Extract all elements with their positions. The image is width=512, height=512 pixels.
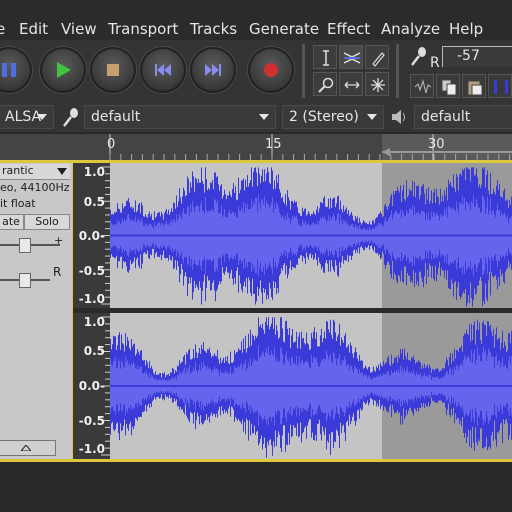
recording-device-select[interactable]: default bbox=[84, 105, 276, 129]
meter-channel-label: R bbox=[430, 55, 440, 71]
ruler-tick-label: 0 bbox=[107, 137, 116, 152]
skip-to-end-icon bbox=[205, 64, 221, 76]
vruler-label: -1.0 bbox=[78, 442, 105, 456]
menu-edit[interactable]: Edit bbox=[19, 20, 48, 38]
vruler-label: -1.0 bbox=[78, 292, 105, 306]
menu-tracks[interactable]: Tracks bbox=[190, 20, 237, 38]
track-name-menu[interactable]: rantic bbox=[0, 164, 70, 180]
menu-analyze[interactable]: Analyze bbox=[381, 20, 440, 38]
menu-bar: e Edit View Transport Tracks Generate Ef… bbox=[0, 0, 512, 40]
trim-icon bbox=[494, 80, 508, 94]
zoom-tool-button[interactable] bbox=[313, 72, 337, 96]
stop-icon bbox=[107, 64, 119, 76]
meter-level-text: -57 bbox=[457, 48, 480, 64]
pause-icon bbox=[2, 63, 16, 77]
vruler-label: 1.0 bbox=[83, 165, 105, 179]
track-info-rate: eo, 44100Hz bbox=[0, 181, 70, 194]
skip-to-end-button[interactable] bbox=[190, 47, 236, 93]
magnifier-icon bbox=[318, 77, 334, 93]
recording-channels-select[interactable]: 2 (Stereo) R bbox=[282, 105, 384, 129]
recording-device-value: default bbox=[91, 109, 141, 125]
speaker-icon bbox=[390, 108, 410, 130]
paste-icon bbox=[467, 80, 483, 96]
copy-icon bbox=[441, 79, 457, 96]
vruler-label: 0.0- bbox=[78, 229, 105, 243]
envelope-tool-button[interactable] bbox=[339, 45, 363, 69]
menu-help[interactable]: Help bbox=[449, 20, 483, 38]
collapse-track-button[interactable] bbox=[0, 440, 56, 456]
play-icon bbox=[57, 62, 71, 78]
menu-generate[interactable]: Generate bbox=[249, 20, 319, 38]
selection-tool-button[interactable] bbox=[313, 45, 337, 69]
menu-file-partial[interactable]: e bbox=[0, 20, 5, 38]
waveform-icon bbox=[414, 78, 432, 94]
vruler-label: -0.5 bbox=[78, 264, 105, 278]
multi-tool-button[interactable] bbox=[365, 72, 389, 96]
pan-right-label: R bbox=[53, 265, 62, 279]
menu-view[interactable]: View bbox=[61, 20, 97, 38]
vruler-label: 0.5 bbox=[83, 344, 105, 358]
playback-device-value: default bbox=[421, 109, 471, 125]
double-arrow-icon bbox=[344, 81, 360, 89]
menu-transport[interactable]: Transport bbox=[108, 20, 178, 38]
chevron-down-icon bbox=[37, 114, 47, 120]
empty-track-area[interactable] bbox=[0, 462, 512, 512]
envelope-icon bbox=[343, 52, 361, 64]
chevron-down-icon bbox=[367, 114, 377, 120]
microphone-icon bbox=[411, 47, 426, 66]
record-icon bbox=[264, 63, 278, 77]
track-info-format: it float bbox=[0, 197, 36, 210]
toolbar-separator bbox=[396, 44, 399, 98]
play-button[interactable] bbox=[40, 47, 86, 93]
recording-channels-value: 2 (Stereo) R bbox=[289, 109, 374, 125]
gain-slider-thumb[interactable] bbox=[19, 238, 31, 253]
vruler-label: 1.0 bbox=[83, 315, 105, 329]
microphone-icon bbox=[60, 106, 82, 132]
waveform-left-channel[interactable] bbox=[110, 163, 512, 308]
solo-button[interactable]: Solo bbox=[24, 214, 70, 230]
ruler-tick-label: 15 bbox=[265, 137, 282, 152]
pencil-icon bbox=[372, 52, 385, 67]
playback-device-select[interactable]: default bbox=[414, 105, 512, 129]
stop-button[interactable] bbox=[90, 47, 136, 93]
mute-button[interactable]: ate bbox=[0, 214, 24, 230]
menu-effect[interactable]: Effect bbox=[327, 20, 370, 38]
skip-to-start-button[interactable] bbox=[140, 47, 186, 93]
chevron-up-icon bbox=[21, 445, 31, 451]
asterisk-icon bbox=[371, 78, 385, 92]
paste-button[interactable] bbox=[462, 74, 486, 98]
ruler-tick-label: 30 bbox=[428, 137, 445, 152]
vruler-label: -0.5 bbox=[78, 414, 105, 428]
chevron-down-icon bbox=[57, 168, 67, 175]
skip-to-start-icon bbox=[155, 64, 171, 76]
vruler-label: 0.5 bbox=[83, 195, 105, 209]
copy-button[interactable] bbox=[436, 74, 460, 98]
gain-plus-label: + bbox=[54, 234, 64, 247]
track-name: rantic bbox=[2, 164, 34, 177]
draw-tool-button[interactable] bbox=[365, 45, 389, 69]
trim-button[interactable] bbox=[488, 74, 512, 98]
chevron-down-icon bbox=[259, 114, 269, 120]
audio-host-select[interactable]: ALSA bbox=[0, 105, 54, 129]
record-meter-icon[interactable] bbox=[408, 45, 430, 71]
i-beam-icon bbox=[323, 50, 329, 66]
vruler-label: 0.0- bbox=[78, 379, 105, 393]
silence-audio-button[interactable] bbox=[410, 74, 434, 98]
audio-host-value: ALSA bbox=[5, 109, 42, 125]
record-button[interactable] bbox=[248, 47, 294, 93]
time-shift-tool-button[interactable] bbox=[339, 72, 363, 96]
toolbar-separator bbox=[302, 44, 305, 98]
waveform-right-channel[interactable] bbox=[110, 313, 512, 459]
record-level-meter[interactable]: -57 bbox=[442, 46, 512, 67]
pan-slider-thumb[interactable] bbox=[19, 273, 31, 288]
